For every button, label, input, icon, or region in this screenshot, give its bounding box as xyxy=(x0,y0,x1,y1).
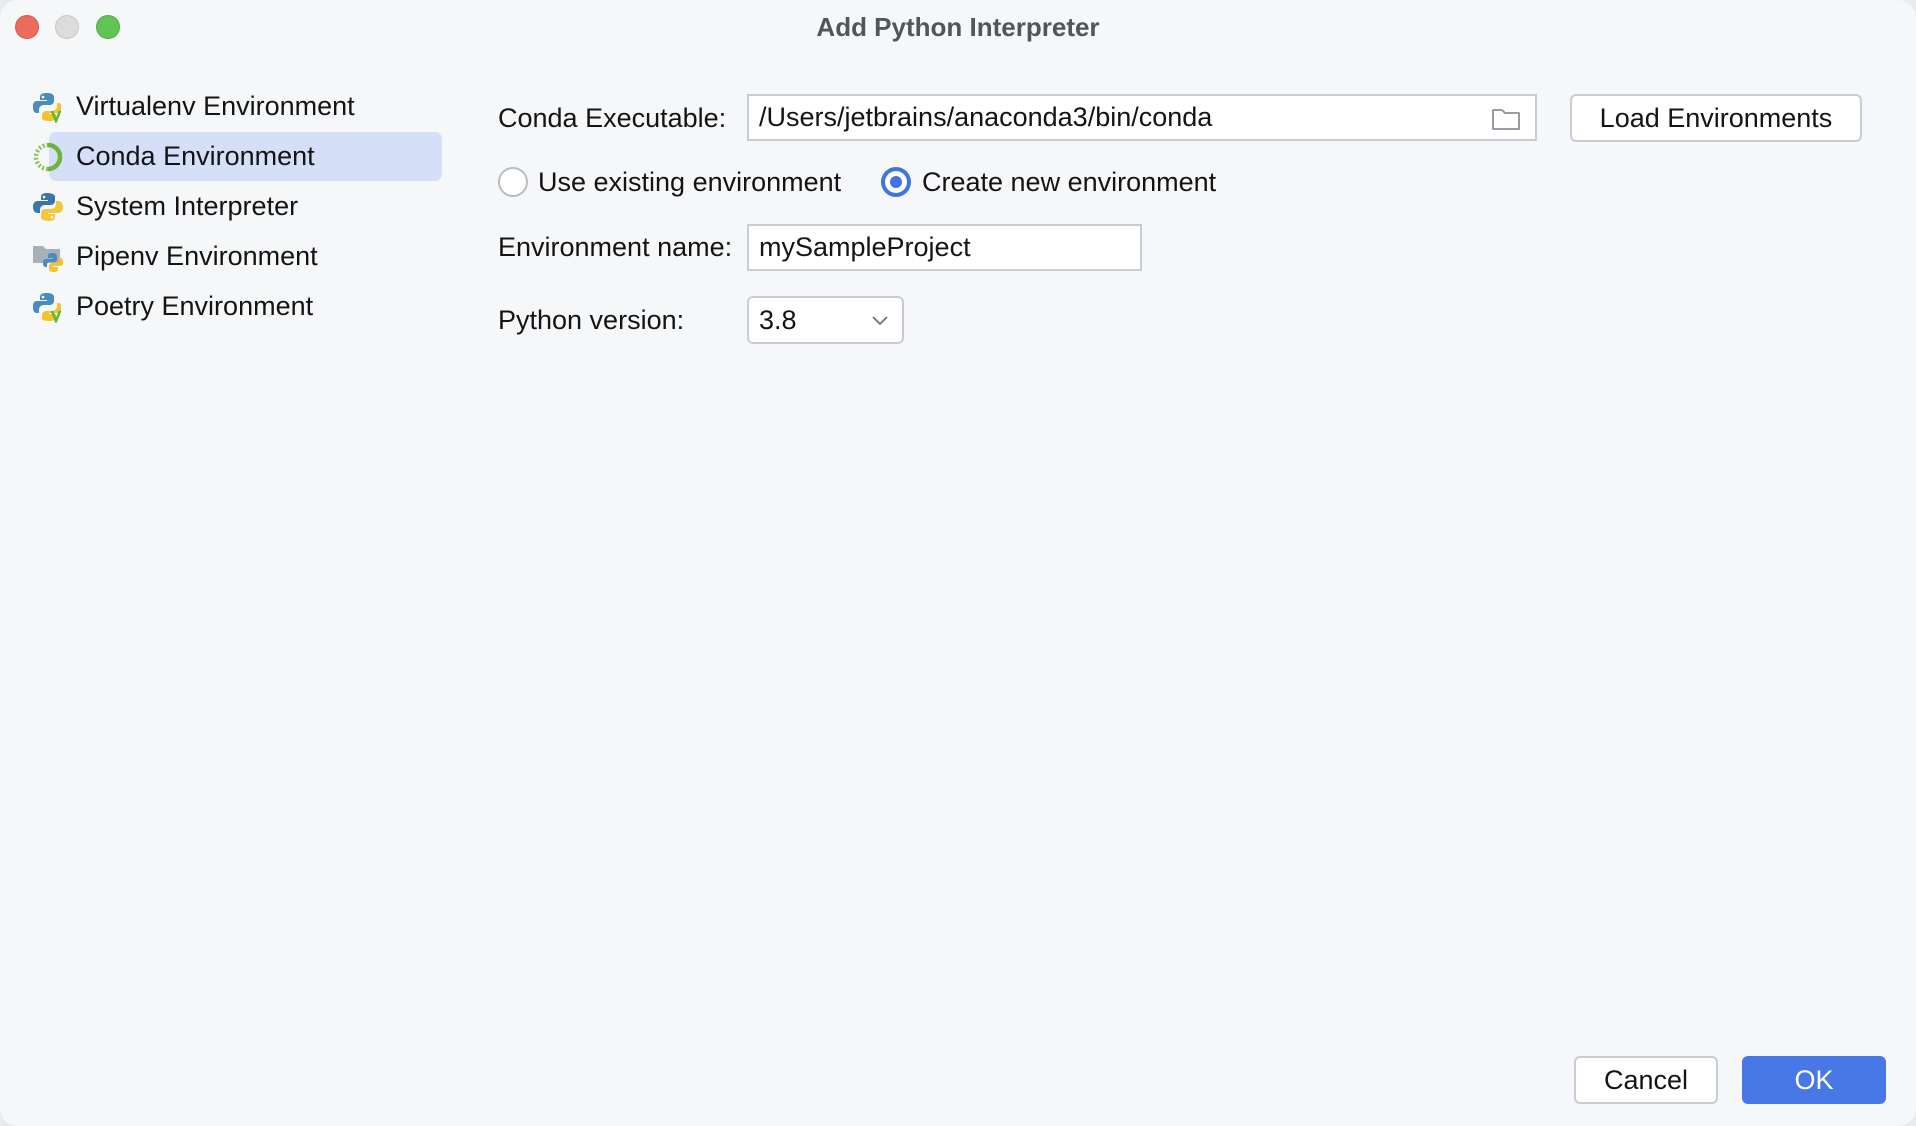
sidebar-item-label: Poetry Environment xyxy=(76,291,314,321)
cancel-button[interactable]: Cancel xyxy=(1574,1056,1718,1104)
python-version-value: 3.8 xyxy=(759,304,797,335)
pipenv-folder-python-icon xyxy=(33,245,63,272)
python-icon xyxy=(33,192,63,221)
sidebar-item-pipenv[interactable]: Pipenv Environment xyxy=(0,232,460,281)
python-version-select[interactable]: 3.8 xyxy=(747,296,904,344)
sidebar-item-label: Pipenv Environment xyxy=(76,241,318,271)
poetry-python-icon xyxy=(33,292,62,323)
conda-executable-input[interactable]: /Users/jetbrains/anaconda3/bin/conda xyxy=(747,94,1537,141)
sidebar-item-conda[interactable]: Conda Environment xyxy=(0,132,460,181)
use-existing-environment-radio[interactable] xyxy=(498,167,528,197)
environment-name-input[interactable]: mySampleProject xyxy=(747,224,1142,271)
folder-icon[interactable] xyxy=(1491,107,1521,131)
conda-executable-value: /Users/jetbrains/anaconda3/bin/conda xyxy=(759,102,1213,132)
sidebar-item-virtualenv[interactable]: Virtualenv Environment xyxy=(0,82,460,131)
sidebar-item-label: Virtualenv Environment xyxy=(76,91,355,121)
use-existing-environment-label[interactable]: Use existing environment xyxy=(538,165,841,199)
load-environments-button[interactable]: Load Environments xyxy=(1570,94,1862,142)
sidebar-item-label: Conda Environment xyxy=(76,141,315,171)
chevron-down-icon xyxy=(872,316,888,326)
environment-name-value: mySampleProject xyxy=(759,232,971,262)
dialog-title: Add Python Interpreter xyxy=(816,12,1100,42)
sidebar-item-system-interpreter[interactable]: System Interpreter xyxy=(0,182,460,231)
python-version-label: Python version: xyxy=(498,305,685,335)
create-new-environment-radio[interactable] xyxy=(881,167,911,197)
create-new-environment-label[interactable]: Create new environment xyxy=(922,165,1216,199)
sidebar-item-label: System Interpreter xyxy=(76,191,299,221)
ok-button[interactable]: OK xyxy=(1742,1056,1886,1104)
conda-executable-label: Conda Executable: xyxy=(498,103,727,133)
environment-name-label: Environment name: xyxy=(498,232,733,262)
sidebar-item-poetry[interactable]: Poetry Environment xyxy=(0,282,460,331)
virtualenv-python-icon xyxy=(33,92,62,123)
conda-icon xyxy=(33,142,63,171)
add-python-interpreter-dialog: Add Python Interpreter Virtualenv Enviro… xyxy=(0,0,1916,1126)
